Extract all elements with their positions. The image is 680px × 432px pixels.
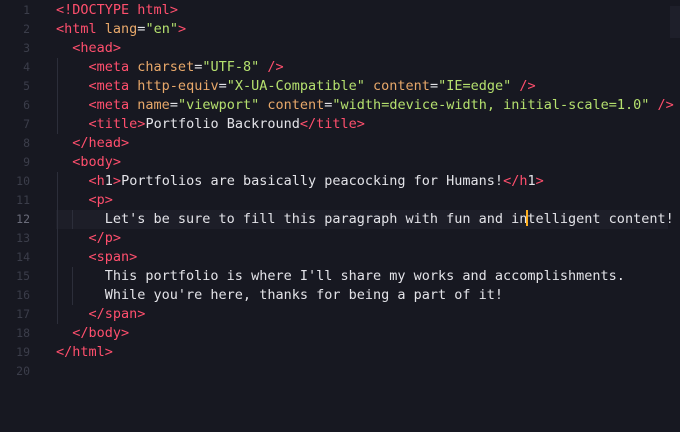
code-area[interactable]: <!DOCTYPE html> <html lang="en"> <head> <… <box>56 0 680 381</box>
line-number-gutter: 1 2 3 4 5 6 7 8 9 10 11 12 13 14 15 16 17 18 19 20 <box>0 0 30 381</box>
code-editor[interactable]: 1 2 3 4 5 6 7 8 9 10 11 12 13 14 15 16 17 18 19 20 <!DOCTYP… <box>0 0 680 432</box>
code-line[interactable]: <html lang="en"> <box>56 20 680 39</box>
line-number: 2 <box>23 22 30 36</box>
line-number: 4 <box>23 60 30 74</box>
line-number: 20 <box>16 364 30 378</box>
code-line[interactable]: </p> <box>56 229 680 248</box>
code-line[interactable]: </span> <box>56 305 680 324</box>
code-line[interactable]: <meta charset="UTF-8" /> <box>56 58 680 77</box>
code-line[interactable]: <span> <box>56 248 680 267</box>
line-number: 14 <box>16 250 30 264</box>
indent-guide <box>57 305 58 324</box>
indent-guide <box>57 77 58 96</box>
indent-guide <box>72 267 74 286</box>
indent-guide <box>57 191 58 210</box>
line-number: 8 <box>23 136 30 150</box>
indent-guide <box>57 172 58 191</box>
line-number: 6 <box>23 98 30 112</box>
indent-guide <box>57 267 58 286</box>
code-line[interactable]: </body> <box>56 324 680 343</box>
line-number: 7 <box>23 117 30 131</box>
line-number: 5 <box>23 79 30 93</box>
code-line[interactable]: </head> <box>56 134 680 153</box>
code-line[interactable]: <!DOCTYPE html> <box>56 1 680 20</box>
code-line[interactable]: <p> <box>56 191 680 210</box>
code-line[interactable]: <meta name="viewport" content="width=dev… <box>56 96 680 115</box>
line-number: 15 <box>16 269 30 283</box>
code-line[interactable]: </html> <box>56 343 680 362</box>
code-line[interactable]: <head> <box>56 39 680 58</box>
line-number: 10 <box>16 174 30 188</box>
line-number: 9 <box>23 155 30 169</box>
indent-guide <box>57 210 58 229</box>
indent-guide <box>72 210 74 229</box>
line-number: 19 <box>16 345 30 359</box>
line-number: 12 <box>16 212 30 226</box>
line-number: 16 <box>16 288 30 302</box>
indent-guide <box>57 115 58 134</box>
line-number: 3 <box>23 41 30 55</box>
overview-ruler[interactable] <box>670 6 680 38</box>
code-line[interactable]: <h1>Portfolios are basically peacocking … <box>56 172 680 191</box>
indent-guide <box>57 58 58 77</box>
code-line[interactable] <box>56 362 680 381</box>
line-number: 11 <box>16 193 30 207</box>
code-line[interactable]: Let's be sure to fill this paragraph wit… <box>56 210 674 229</box>
line-number: 17 <box>16 307 30 321</box>
code-line[interactable]: <meta http-equiv="X-UA-Compatible" conte… <box>56 77 680 96</box>
line-number: 18 <box>16 326 30 340</box>
indent-guide <box>72 286 74 305</box>
indent-guide <box>57 229 58 248</box>
indent-guide <box>57 286 58 305</box>
code-line[interactable]: <body> <box>56 153 680 172</box>
code-line[interactable]: <title>Portfolio Backround</title> <box>56 115 680 134</box>
line-number: 13 <box>16 231 30 245</box>
indent-guide <box>57 248 58 267</box>
line-number: 1 <box>23 3 30 17</box>
indent-guide <box>57 96 58 115</box>
code-line[interactable]: While you're here, thanks for being a pa… <box>56 286 680 305</box>
code-line[interactable]: This portfolio is where I'll share my wo… <box>56 267 680 286</box>
